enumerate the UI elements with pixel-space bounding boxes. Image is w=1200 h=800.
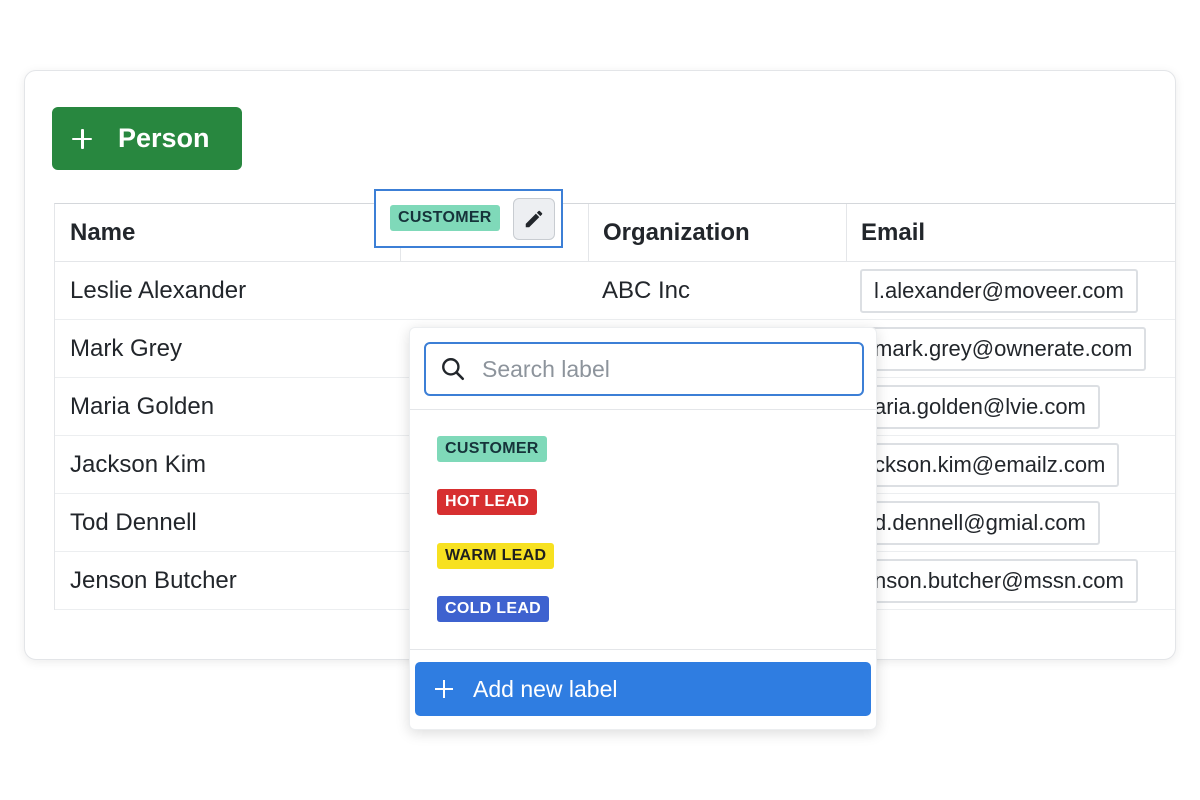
table-row[interactable]: Leslie Alexander ABC Inc l.alexander@mov… (55, 262, 1175, 320)
table-header: Name Labels Organization Email (55, 204, 1175, 262)
email-cell[interactable]: nson.butcher@mssn.com (846, 552, 1175, 609)
email-field[interactable]: aria.golden@lvie.com (860, 384, 1100, 429)
add-person-label: Person (118, 123, 210, 153)
person-name[interactable]: Leslie Alexander (70, 262, 395, 319)
email-cell[interactable]: ckson.kim@emailz.com (846, 436, 1175, 493)
label-dropdown: CUSTOMER HOT LEAD WARM LEAD COLD LEAD Ad… (409, 327, 877, 730)
labels-cell-editing[interactable]: CUSTOMER (374, 189, 563, 248)
email-cell[interactable]: l.alexander@moveer.com (846, 262, 1175, 319)
add-new-label-button[interactable]: Add new label (415, 662, 871, 716)
label-search-box[interactable] (424, 342, 864, 396)
add-new-label-text: Add new label (473, 675, 618, 702)
label-option-cold-lead[interactable]: COLD LEAD (437, 596, 550, 622)
label-option-customer[interactable]: CUSTOMER (437, 436, 547, 462)
search-icon (442, 358, 465, 381)
person-name[interactable]: Mark Grey (70, 320, 395, 377)
email-field[interactable]: mark.grey@ownerate.com (860, 326, 1147, 371)
edit-labels-button[interactable] (513, 198, 555, 240)
column-header-name[interactable]: Name (70, 204, 395, 261)
pencil-icon (525, 210, 543, 228)
email-field[interactable]: nson.butcher@mssn.com (860, 558, 1138, 603)
column-header-organization[interactable]: Organization (588, 204, 846, 261)
divider (410, 649, 876, 650)
label-badge-customer: CUSTOMER (390, 205, 500, 231)
person-name[interactable]: Jenson Butcher (70, 552, 395, 609)
person-name[interactable]: Maria Golden (70, 378, 395, 435)
label-search-input[interactable] (482, 355, 842, 383)
add-person-button[interactable]: Person (52, 107, 242, 170)
email-field[interactable]: ckson.kim@emailz.com (860, 442, 1120, 487)
label-option-warm-lead[interactable]: WARM LEAD (437, 543, 555, 569)
label-option-hot-lead[interactable]: HOT LEAD (437, 489, 538, 515)
email-cell[interactable]: d.dennell@gmial.com (846, 494, 1175, 551)
email-field[interactable]: d.dennell@gmial.com (860, 500, 1100, 545)
email-cell[interactable]: aria.golden@lvie.com (846, 378, 1175, 435)
email-field[interactable]: l.alexander@moveer.com (860, 268, 1138, 313)
email-cell[interactable]: mark.grey@ownerate.com (846, 320, 1175, 377)
divider (410, 409, 876, 410)
person-name[interactable]: Jackson Kim (70, 436, 395, 493)
organization-cell[interactable]: ABC Inc (588, 262, 846, 319)
plus-icon (72, 128, 92, 149)
person-name[interactable]: Tod Dennell (70, 494, 395, 551)
plus-icon (435, 680, 453, 698)
column-header-email[interactable]: Email (846, 204, 1175, 261)
